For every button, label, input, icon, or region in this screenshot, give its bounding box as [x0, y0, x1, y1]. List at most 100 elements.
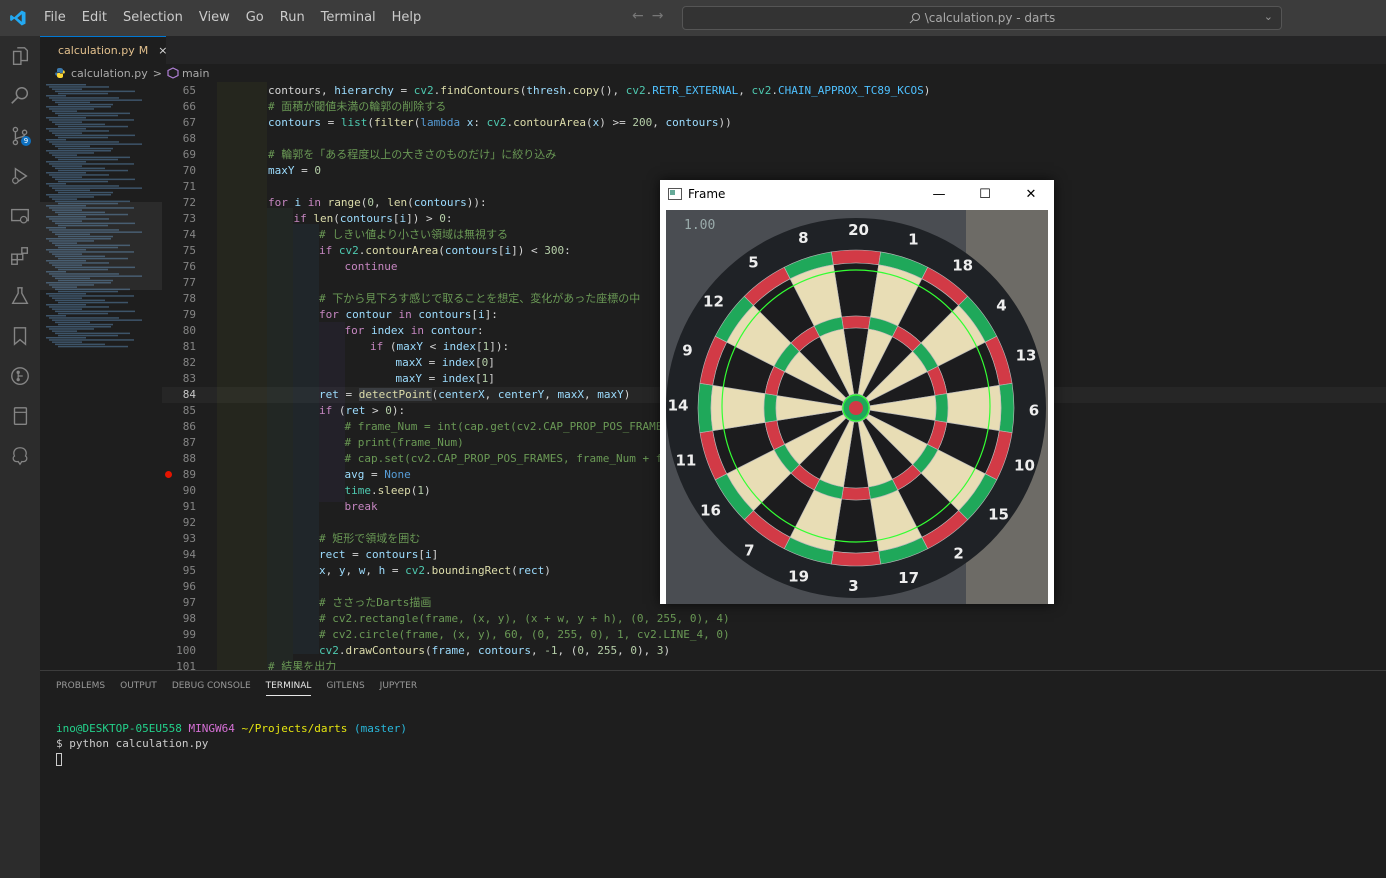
dartboard-number: 6 [1029, 402, 1039, 420]
forward-arrow-icon[interactable]: → [652, 8, 672, 24]
breadcrumb-file[interactable]: calculation.py [71, 67, 148, 80]
breadcrumb-symbol[interactable]: main [182, 67, 209, 80]
gitlens-icon[interactable] [0, 356, 40, 396]
panel-tab-gitlens[interactable]: GITLENS [326, 677, 364, 695]
line-number: 86 [182, 420, 196, 433]
chevron-down-icon[interactable]: ⌄ [1264, 10, 1273, 23]
panel-tab-terminal[interactable]: TERMINAL [265, 677, 312, 696]
minimap-line [46, 128, 86, 130]
panel-tab-problems[interactable]: PROBLEMS [56, 677, 105, 695]
close-tab-icon[interactable]: × [158, 44, 167, 57]
minimap-line [55, 134, 135, 137]
double-ring-segment [697, 382, 714, 434]
minimap-preview [40, 84, 162, 348]
code-text: # 矩形で領域を囲む [319, 532, 421, 545]
code-line[interactable]: 98 # cv2.rectangle(frame, (x, y), (x + w,… [162, 611, 1386, 627]
search-icon[interactable] [0, 76, 40, 116]
minimap[interactable] [40, 82, 162, 670]
code-text: # cv2.rectangle(frame, (x, y), (x + w, y… [319, 612, 730, 625]
code-text: avg = None [344, 468, 411, 481]
minimap-line [55, 321, 90, 324]
line-number: 66 [182, 100, 196, 113]
scm-badge: 9 [21, 136, 31, 146]
minimap-line [58, 92, 108, 95]
minimap-line [58, 169, 128, 172]
code-line[interactable]: 99 # cv2.circle(frame, (x, y), 60, (0, 25… [162, 627, 1386, 643]
code-line[interactable]: 66 # 面積が閾値未満の輪郭の削除する [162, 99, 1386, 115]
dartboard-number: 2 [953, 544, 963, 562]
frame-window[interactable]: Frame — ☐ ✕ 8 20 1 18 4 13 6 10 15 2 17 3 19 7 16 11 14 9… [660, 180, 1054, 604]
dartboard-number: 10 [1014, 456, 1035, 474]
panel-tab-output[interactable]: OUTPUT [120, 677, 157, 695]
bullseye [849, 401, 863, 415]
minimap-line [58, 114, 118, 117]
minimap-line [49, 196, 94, 198]
line-number: 72 [182, 196, 196, 209]
code-line[interactable]: 68 [162, 131, 1386, 147]
line-number: 88 [182, 452, 196, 465]
minimap-line [49, 174, 109, 176]
minimap-line [55, 156, 130, 159]
triple-ring-segment [841, 486, 871, 501]
menu-terminal[interactable]: Terminal [313, 0, 384, 36]
minimap-line [58, 191, 113, 194]
code-line[interactable]: 70 maxY = 0 [162, 163, 1386, 179]
run-debug-icon[interactable] [0, 156, 40, 196]
menu-run[interactable]: Run [272, 0, 313, 36]
minimap-line [52, 154, 77, 156]
menu-help[interactable]: Help [384, 0, 430, 36]
close-button[interactable]: ✕ [1008, 180, 1054, 208]
tree-view-icon[interactable] [0, 436, 40, 476]
line-number: 68 [182, 132, 196, 145]
minimap-line [55, 310, 135, 313]
frame-titlebar[interactable]: Frame — ☐ ✕ [660, 180, 1054, 208]
code-text: if (ret > 0): [319, 404, 406, 417]
panel-tab-jupyter[interactable]: JUPYTER [380, 677, 417, 695]
bookmarks-icon[interactable] [0, 316, 40, 356]
terminal-command: $ python calculation.py [56, 737, 209, 750]
symbol-module-icon [167, 67, 179, 79]
line-number: 94 [182, 548, 196, 561]
code-text: time.sleep(1) [344, 484, 431, 497]
code-line[interactable]: 100 cv2.drawContours(frame, contours, -1,… [162, 643, 1386, 659]
menu-selection[interactable]: Selection [115, 0, 191, 36]
dartboard-number: 15 [988, 506, 1009, 524]
line-number: 75 [182, 244, 196, 257]
frame-title: Frame [688, 187, 726, 201]
explorer-icon[interactable] [0, 36, 40, 76]
panel-tab-debug-console[interactable]: DEBUG CONSOLE [172, 677, 251, 695]
code-text: maxX = index[0] [395, 356, 495, 369]
tab-calculation-py[interactable]: calculation.py M × [40, 36, 167, 64]
breakpoint-icon[interactable] [165, 471, 172, 478]
testing-icon[interactable] [0, 276, 40, 316]
minimap-line [55, 101, 90, 104]
extensions-icon[interactable] [0, 236, 40, 276]
menu-go[interactable]: Go [238, 0, 272, 36]
terminal[interactable]: ino@DESKTOP-05EU558 MINGW64 ~/Projects/d… [56, 721, 407, 766]
minimap-line [52, 99, 142, 101]
back-arrow-icon[interactable]: ← [632, 8, 652, 24]
code-line[interactable]: 65 contours, hierarchy = cv2.findContours… [162, 83, 1386, 99]
minimap-line [58, 125, 128, 128]
menu-view[interactable]: View [191, 0, 238, 36]
dartboard-number: 8 [798, 229, 808, 247]
line-number: 90 [182, 484, 196, 497]
source-control-icon[interactable]: 9 [0, 116, 40, 156]
minimap-line [49, 130, 109, 132]
jupyter-icon[interactable] [0, 396, 40, 436]
dartboard-number: 7 [744, 542, 754, 560]
maximize-button[interactable]: ☐ [962, 180, 1008, 208]
menu-edit[interactable]: Edit [74, 0, 115, 36]
menu-file[interactable]: File [36, 0, 74, 36]
nav-arrows[interactable]: ←→ [632, 8, 671, 24]
minimize-button[interactable]: — [916, 180, 962, 208]
line-number: 78 [182, 292, 196, 305]
dartboard-number: 19 [788, 567, 809, 585]
code-line[interactable]: 69 # 輪郭を「ある程度以上の大きさのものだけ」に絞り込み [162, 147, 1386, 163]
code-line[interactable]: 67 contours = list(filter(lambda x: cv2.c… [162, 115, 1386, 131]
dartboard-number: 5 [748, 254, 758, 272]
minimap-line [46, 95, 66, 97]
minimap-line [58, 334, 118, 337]
command-center[interactable]: \calculation.py - darts ⌄ [682, 6, 1282, 30]
remote-explorer-icon[interactable] [0, 196, 40, 236]
